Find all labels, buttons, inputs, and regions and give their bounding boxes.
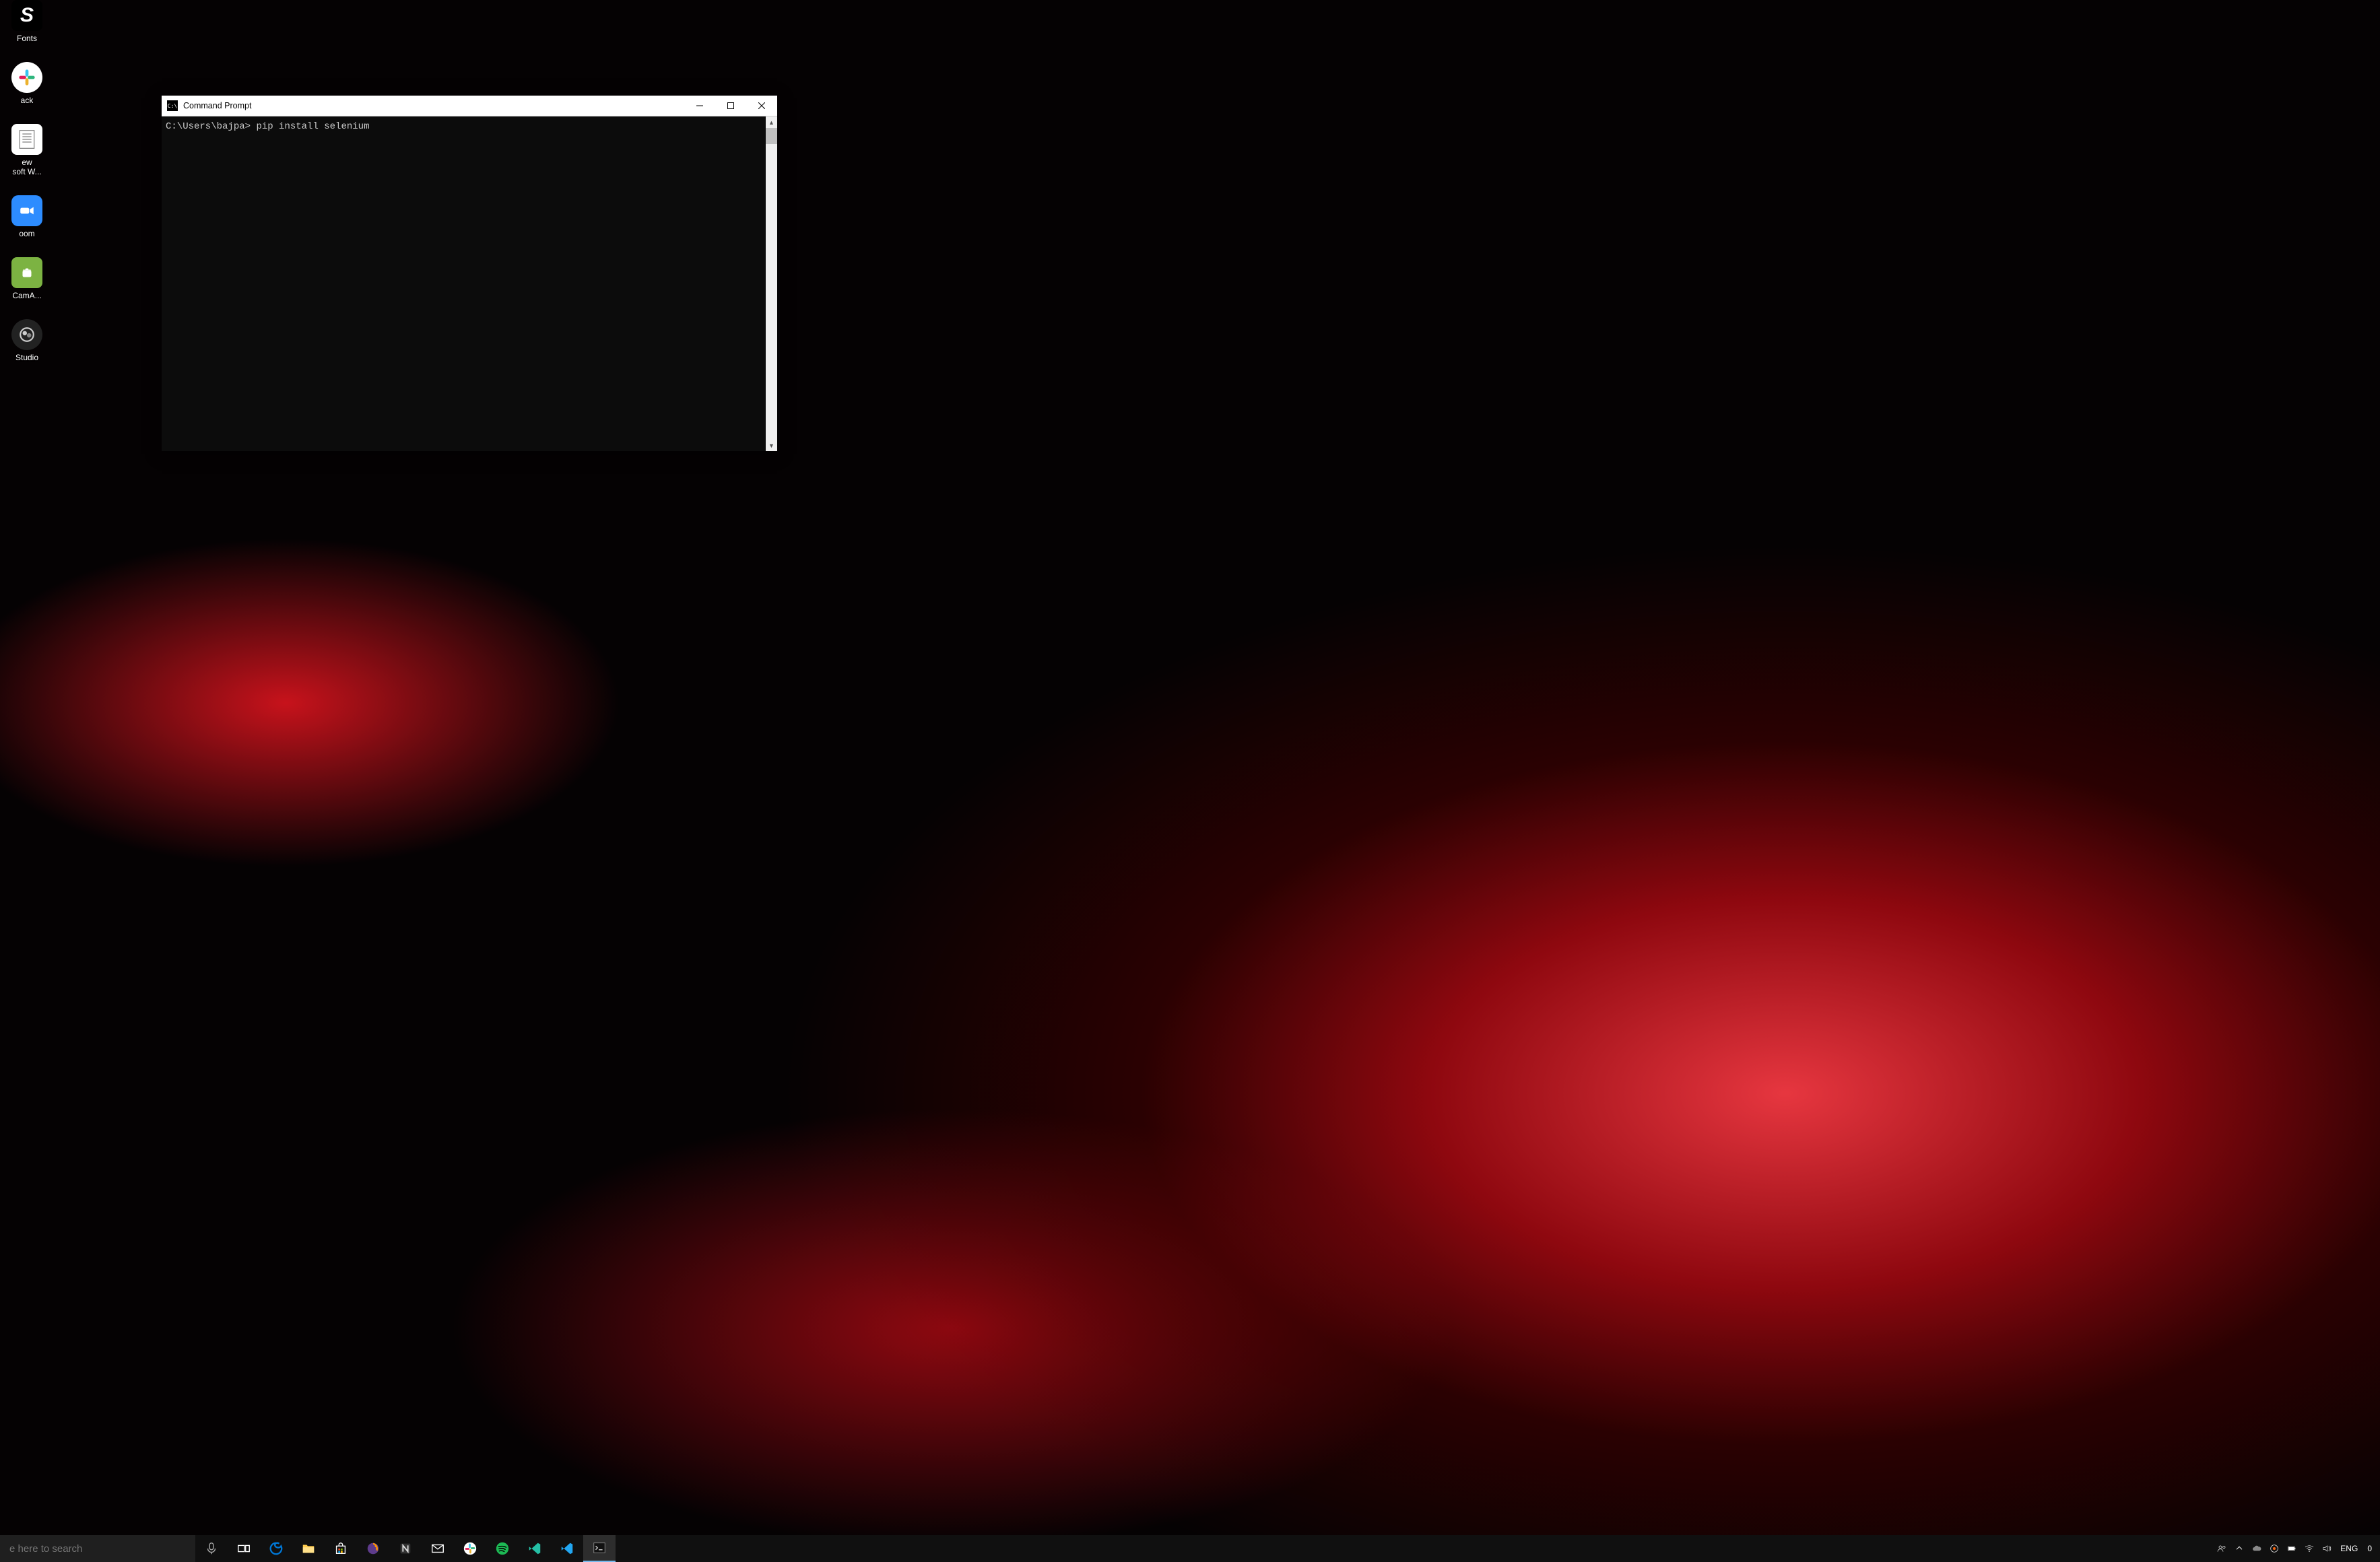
edge-icon <box>269 1541 284 1556</box>
taskbar-app-slack[interactable] <box>454 1535 486 1562</box>
taskbar-app-notion[interactable] <box>389 1535 422 1562</box>
taskbar-app-spotify[interactable] <box>486 1535 519 1562</box>
taskbar-app-file-explorer[interactable] <box>292 1535 325 1562</box>
close-icon <box>758 102 765 109</box>
task-view-icon <box>236 1541 251 1556</box>
desktop-icon-camapp[interactable]: CamA... <box>1 257 53 300</box>
desktop-icon-fonts[interactable]: S Fonts <box>1 0 53 43</box>
desktop-icon-word[interactable]: ew soft W... <box>1 124 53 176</box>
command-prompt-window[interactable]: C:\ Command Prompt C:\Users\bajpa> pip i… <box>162 96 777 451</box>
battery-icon <box>2286 1543 2297 1554</box>
terminal-command: pip install selenium <box>256 121 369 132</box>
document-icon <box>16 129 38 150</box>
cortana-mic-button[interactable] <box>195 1535 228 1562</box>
vscode-icon <box>560 1541 574 1556</box>
spotify-icon <box>495 1541 510 1556</box>
desktop-icon-slack[interactable]: ack <box>1 62 53 105</box>
close-button[interactable] <box>746 96 777 116</box>
window-title: Command Prompt <box>183 101 684 110</box>
desktop-icon-label: CamA... <box>12 291 41 300</box>
cloud-icon <box>2251 1543 2262 1554</box>
terminal-icon <box>592 1540 607 1555</box>
taskbar-app-edge[interactable] <box>260 1535 292 1562</box>
store-icon <box>333 1541 348 1556</box>
mail-icon <box>430 1541 445 1556</box>
minimize-button[interactable] <box>684 96 715 116</box>
desktop-icon-label: oom <box>19 229 34 238</box>
maximize-icon <box>727 102 734 109</box>
firefox-icon <box>366 1541 381 1556</box>
tray-battery-button[interactable] <box>2284 1535 2300 1562</box>
slack-icon <box>463 1541 477 1556</box>
taskbar-search[interactable] <box>0 1535 195 1562</box>
task-view-button[interactable] <box>228 1535 260 1562</box>
titlebar[interactable]: C:\ Command Prompt <box>162 96 777 116</box>
tray-language-button[interactable]: ENG <box>2336 1544 2362 1553</box>
tray-clock[interactable]: 0 <box>2363 1544 2376 1553</box>
tray-wifi-button[interactable] <box>2301 1535 2317 1562</box>
mic-icon <box>204 1541 219 1556</box>
search-input[interactable] <box>9 1543 186 1555</box>
desktop-icon-label: ack <box>21 96 34 105</box>
cmd-icon: C:\ <box>167 100 178 111</box>
desktop-icon-studio[interactable]: Studio <box>1 319 53 362</box>
tray-volume-button[interactable] <box>2319 1535 2335 1562</box>
tray-update-button[interactable] <box>2266 1535 2282 1562</box>
volume-icon <box>2321 1543 2332 1554</box>
scroll-thumb[interactable] <box>766 128 777 144</box>
slack-icon <box>18 68 36 87</box>
obs-icon <box>18 326 36 343</box>
taskbar-app-store[interactable] <box>325 1535 357 1562</box>
maximize-button[interactable] <box>715 96 746 116</box>
system-tray: ENG 0 <box>2214 1535 2380 1562</box>
scroll-track[interactable] <box>766 128 777 440</box>
notion-icon <box>398 1541 413 1556</box>
taskbar: ENG 0 <box>0 1535 2380 1562</box>
camera-icon <box>18 202 36 219</box>
wifi-icon <box>2304 1543 2315 1554</box>
taskbar-app-firefox[interactable] <box>357 1535 389 1562</box>
tray-overflow-button[interactable] <box>2231 1535 2247 1562</box>
terminal-body[interactable]: C:\Users\bajpa> pip install selenium <box>162 116 766 451</box>
scroll-up-icon[interactable]: ▲ <box>766 116 777 128</box>
taskbar-app-vscode[interactable] <box>551 1535 583 1562</box>
taskbar-app-command-prompt[interactable] <box>583 1535 616 1562</box>
people-icon <box>2216 1543 2227 1554</box>
desktop-icons: S Fonts ack ew soft W... <box>0 0 53 362</box>
desktop-icon-label: Studio <box>15 353 38 362</box>
scroll-down-icon[interactable]: ▼ <box>766 440 777 451</box>
tray-onedrive-button[interactable] <box>2249 1535 2265 1562</box>
taskbar-app-mail[interactable] <box>422 1535 454 1562</box>
android-icon <box>18 264 36 281</box>
update-icon <box>2269 1543 2280 1554</box>
terminal-prompt: C:\Users\bajpa> <box>166 121 251 132</box>
minimize-icon <box>696 102 703 109</box>
desktop-icon-label: ew soft W... <box>12 158 41 176</box>
desktop-icon-label: Fonts <box>17 34 37 43</box>
taskbar-app-vscode-insiders[interactable] <box>519 1535 551 1562</box>
tray-people-button[interactable] <box>2214 1535 2230 1562</box>
desktop-icon-zoom[interactable]: oom <box>1 195 53 238</box>
scrollbar[interactable]: ▲ ▼ <box>766 116 777 451</box>
folder-icon <box>301 1541 316 1556</box>
chevron-up-icon <box>2234 1543 2245 1554</box>
vscode-icon <box>527 1541 542 1556</box>
